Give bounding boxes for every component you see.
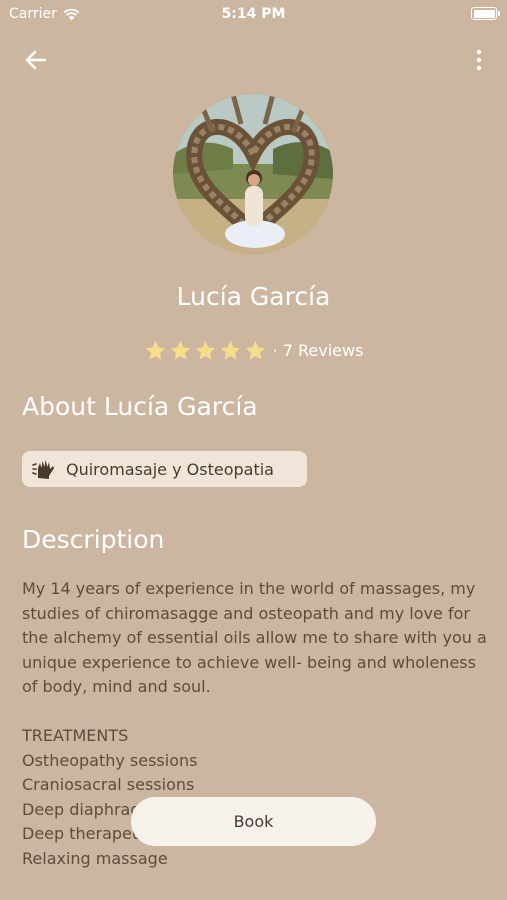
book-button[interactable]: Book: [131, 797, 376, 846]
profile-name: Lucía García: [176, 282, 331, 311]
status-bar: Carrier 5:14 PM: [0, 0, 507, 28]
star-icon: [220, 340, 240, 360]
more-vertical-icon[interactable]: [471, 47, 487, 73]
status-time: 5:14 PM: [221, 6, 286, 22]
rating-separator: ·: [272, 341, 283, 360]
profile-photo: [173, 94, 333, 254]
rating-row[interactable]: · 7 Reviews: [0, 339, 507, 362]
star-icon: [170, 340, 190, 360]
specialty-label: Quiromasaje y Osteopatia: [66, 459, 274, 479]
about-heading: About Lucía García: [22, 392, 258, 421]
massage-hand-icon: [32, 460, 54, 479]
star-icon: [145, 340, 165, 360]
battery-icon: [471, 7, 500, 20]
description-heading: Description: [22, 525, 165, 554]
star-icon: [195, 340, 215, 360]
star-icon: [245, 340, 265, 360]
specialty-chip[interactable]: Quiromasaje y Osteopatia: [22, 451, 307, 487]
reviews-count[interactable]: 7 Reviews: [283, 341, 364, 360]
star-rating: [144, 339, 267, 362]
back-arrow-icon[interactable]: [22, 47, 50, 73]
